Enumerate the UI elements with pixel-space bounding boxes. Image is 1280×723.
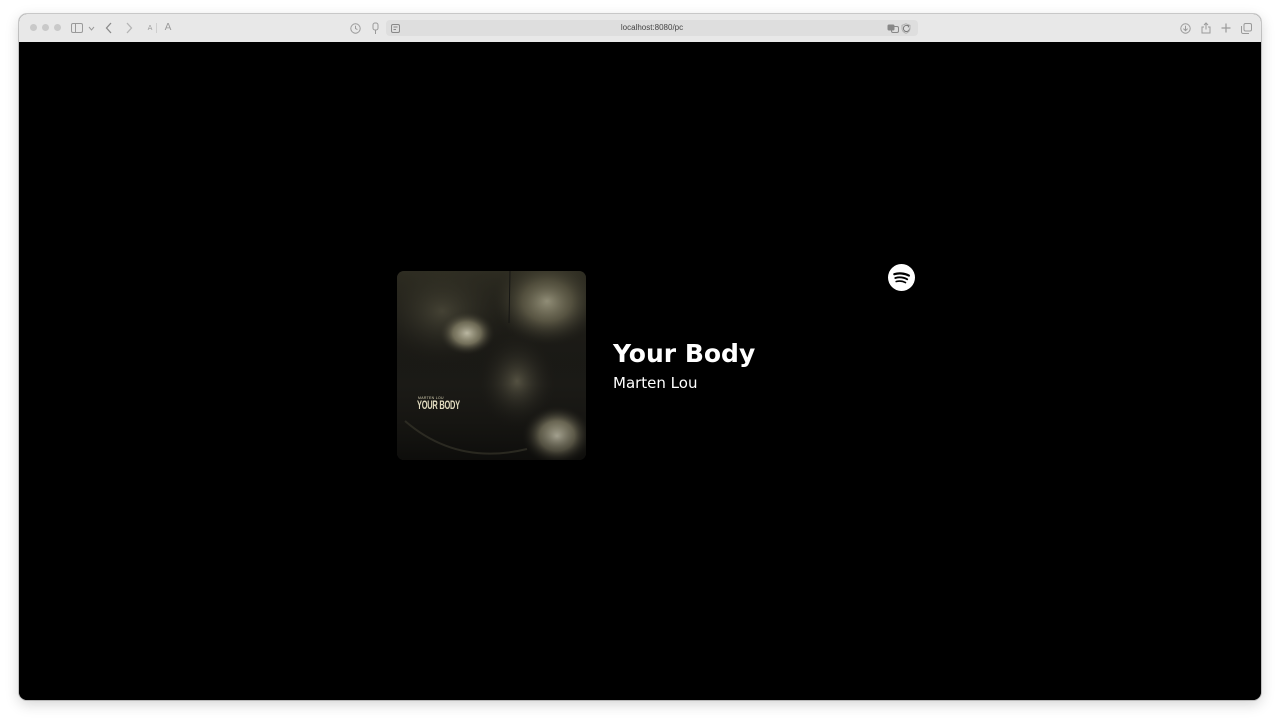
- url-text: localhost:8080/pc: [620, 23, 684, 32]
- zoom-window-button[interactable]: [54, 24, 61, 31]
- toolbar-divider: [156, 23, 157, 33]
- browser-window: A A localhost:8080/pc MARTEN LOU YOUR BO…: [19, 14, 1261, 700]
- shield-icon[interactable]: [900, 21, 912, 35]
- new-tab-icon[interactable]: [1220, 21, 1232, 35]
- privacy-report-icon[interactable]: [349, 21, 361, 35]
- album-cover-artwork: [397, 271, 586, 460]
- album-cover: MARTEN LOU YOUR BODY: [397, 271, 586, 460]
- track-artist: Marten Lou: [613, 374, 698, 392]
- text-larger-button[interactable]: A: [163, 21, 173, 35]
- track-title: Your Body: [613, 339, 756, 368]
- tab-overview-icon[interactable]: [1240, 21, 1252, 35]
- translate-icon[interactable]: [887, 21, 899, 35]
- chevron-down-icon[interactable]: [87, 21, 95, 35]
- extension-icon[interactable]: [370, 21, 380, 35]
- text-smaller-button[interactable]: A: [146, 21, 154, 35]
- address-bar[interactable]: localhost:8080/pc: [386, 20, 918, 36]
- cover-title-text: YOUR BODY: [417, 398, 460, 412]
- share-icon[interactable]: [1200, 21, 1212, 35]
- forward-icon[interactable]: [124, 21, 134, 35]
- close-window-button[interactable]: [30, 24, 37, 31]
- browser-toolbar: A A localhost:8080/pc: [19, 14, 1261, 43]
- spotify-icon[interactable]: [888, 264, 915, 291]
- now-playing-view: MARTEN LOU YOUR BODY Your Body Marten Lo…: [19, 42, 1261, 700]
- download-icon[interactable]: [1179, 21, 1191, 35]
- sidebar-icon[interactable]: [71, 21, 83, 35]
- minimize-window-button[interactable]: [42, 24, 49, 31]
- back-icon[interactable]: [104, 21, 114, 35]
